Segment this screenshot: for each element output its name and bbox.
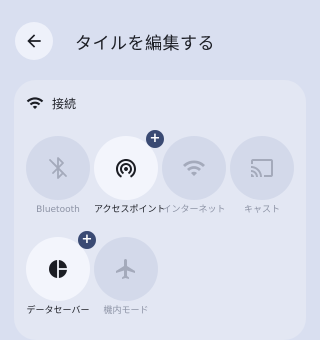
bluetooth-disabled-icon — [49, 157, 67, 179]
tile-data-saver-button[interactable]: + — [26, 231, 96, 301]
tile-label: Bluetooth — [36, 205, 80, 215]
tile-label: 機内モード — [103, 306, 149, 316]
back-button[interactable] — [15, 22, 53, 60]
tile-cast[interactable]: キャスト — [230, 136, 294, 217]
airplane-icon — [116, 259, 135, 279]
arrow-back-icon — [27, 34, 41, 48]
cast-icon — [251, 159, 273, 177]
tile-cast-button[interactable] — [230, 136, 294, 200]
tile-label: キャスト — [243, 205, 280, 215]
section-label: 接続 — [52, 96, 77, 111]
tile-hotspot[interactable]: + アクセスポイント — [94, 130, 166, 217]
top-app-bar: タイルを編集する — [0, 0, 320, 80]
section-header: 接続 — [26, 93, 76, 113]
wifi-icon — [183, 160, 205, 176]
tile-bluetooth[interactable]: Bluetooth — [26, 136, 90, 217]
tile-internet-button[interactable] — [162, 136, 226, 200]
page-title: タイルを編集する — [75, 34, 215, 54]
wifi-icon — [26, 97, 44, 109]
data-saver-icon — [49, 260, 67, 278]
tile-label: インターネット — [162, 205, 226, 215]
tile-hotspot-button[interactable]: + — [94, 130, 164, 200]
tile-bluetooth-button[interactable] — [26, 136, 90, 200]
tile-label: アクセスポイント — [94, 205, 166, 215]
tile-internet[interactable]: インターネット — [162, 136, 226, 217]
tile-airplane-mode-button[interactable] — [94, 237, 158, 301]
tile-airplane-mode[interactable]: 機内モード — [94, 237, 158, 318]
tiles-card: 接続 Bluetooth + アクセスポイント インターネット キャスト + デ… — [14, 80, 306, 340]
tile-label: データセーバー — [26, 306, 90, 316]
tile-data-saver[interactable]: + データセーバー — [26, 231, 96, 318]
hotspot-icon — [116, 159, 136, 178]
